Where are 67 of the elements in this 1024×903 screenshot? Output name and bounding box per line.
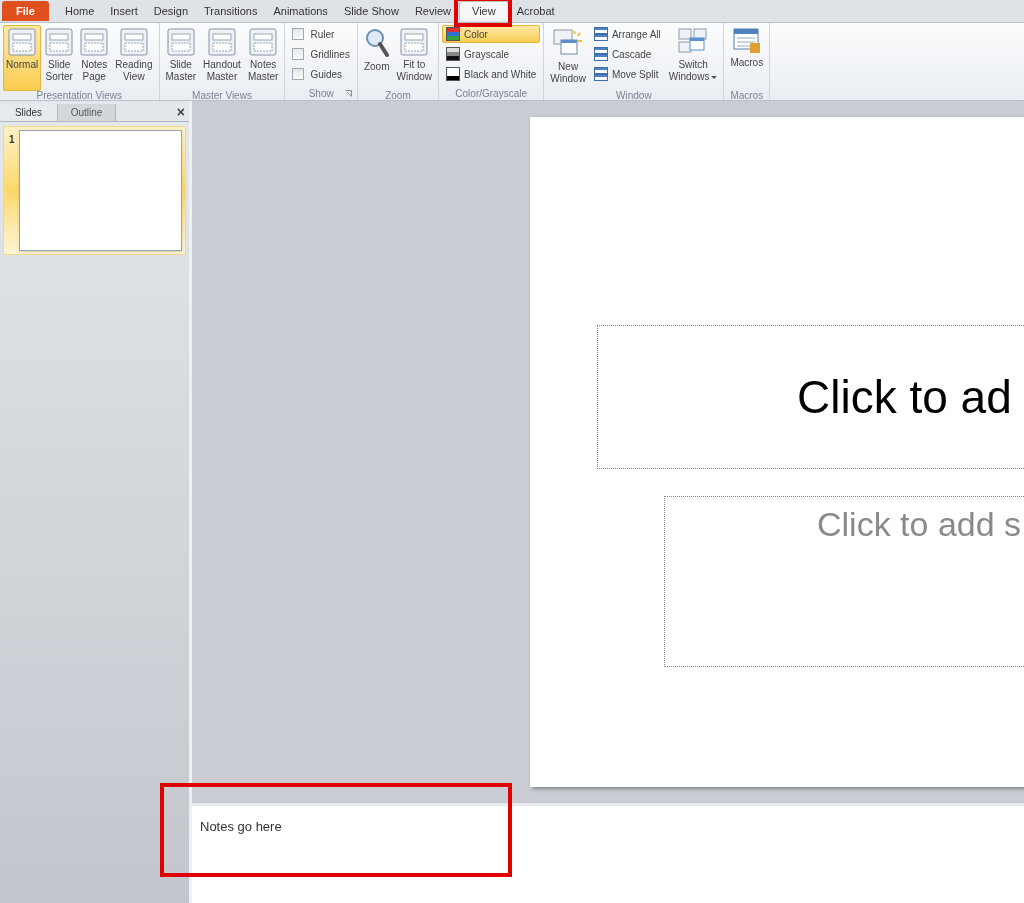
group-label: Macros xyxy=(730,91,764,101)
slide-layout-icon xyxy=(166,28,195,56)
window-arrange-icon xyxy=(593,27,608,41)
checkbox-option[interactable]: Gridlines xyxy=(288,45,354,63)
ribbon-button[interactable]: Fit to Window xyxy=(393,25,436,91)
ribbon-button[interactable]: Macros xyxy=(727,25,767,91)
ribbon-tab[interactable]: Acrobat xyxy=(508,1,563,22)
checkbox[interactable] xyxy=(292,48,305,60)
slide-layout-icon xyxy=(207,28,236,56)
slide-layout-icon xyxy=(119,28,148,56)
checkbox[interactable] xyxy=(292,28,305,40)
group-label: Master Views xyxy=(192,91,252,101)
group-label: Show xyxy=(308,88,334,99)
ribbon-button[interactable]: Slide Sorter xyxy=(42,25,77,91)
group-label: Zoom xyxy=(385,91,411,101)
windows-icon xyxy=(678,28,709,56)
ribbon-button[interactable]: Handout Master xyxy=(200,25,244,91)
file-tab[interactable]: File xyxy=(2,1,49,22)
windows-icon xyxy=(553,28,584,58)
ribbon-button[interactable]: Notes Page xyxy=(77,25,112,91)
title-placeholder[interactable]: Click to ad xyxy=(597,325,1024,469)
pane-tab[interactable]: Slides xyxy=(0,104,58,121)
ribbon-tab[interactable]: Animations xyxy=(265,1,336,22)
color-mode-icon xyxy=(446,47,461,61)
group-label: Window xyxy=(616,91,652,101)
ribbon-button[interactable]: Switch Windows xyxy=(665,25,721,91)
slide-thumbnail-row[interactable]: 1 xyxy=(3,126,186,255)
pane-tab[interactable]: Outline xyxy=(58,104,116,121)
ribbon-tab[interactable]: Transitions xyxy=(196,1,266,22)
window-arrange-icon xyxy=(593,67,608,81)
ribbon-tab[interactable]: Review xyxy=(406,1,459,22)
window-arrange-icon xyxy=(593,47,608,61)
color-mode-icon xyxy=(446,27,461,41)
ribbon-button[interactable]: Zoom xyxy=(360,25,393,91)
ribbon-small-button[interactable]: Black and White xyxy=(442,65,541,83)
color-mode-icon xyxy=(446,67,461,81)
ribbon-button[interactable]: New Window xyxy=(547,25,589,91)
slide-layout-icon xyxy=(400,28,429,56)
checkbox[interactable] xyxy=(292,68,305,80)
ribbon-tab[interactable]: Design xyxy=(145,1,197,22)
group-label: Presentation Views xyxy=(36,91,122,101)
slide-layout-icon xyxy=(45,28,74,56)
ribbon-small-button[interactable]: Cascade xyxy=(589,45,665,63)
notes-field[interactable]: Notes go here xyxy=(192,806,1024,903)
ribbon-small-button[interactable]: Arrange All xyxy=(589,25,665,43)
close-button[interactable]: × xyxy=(176,104,185,120)
slide-number: 1 xyxy=(8,133,15,147)
dialog-launcher-icon[interactable] xyxy=(344,90,352,97)
ribbon-small-button[interactable]: Grayscale xyxy=(442,45,541,63)
ribbon-tab[interactable]: View xyxy=(459,0,509,21)
ribbon-button[interactable]: Normal xyxy=(3,25,42,91)
ribbon-tab[interactable]: Slide Show xyxy=(335,1,407,22)
ribbon-small-button[interactable]: Color xyxy=(442,25,541,43)
table-icon xyxy=(732,28,761,54)
ribbon-tab[interactable]: Insert xyxy=(102,1,146,22)
group-label: Color/Grayscale xyxy=(455,88,528,99)
ribbon-button[interactable]: Reading View xyxy=(112,25,156,91)
checkbox-option[interactable]: Ruler xyxy=(288,25,354,43)
slide-layout-icon xyxy=(249,28,278,56)
ribbon-small-button[interactable]: Move Split xyxy=(589,65,665,83)
checkbox-option[interactable]: Guides xyxy=(288,65,354,83)
slide-layout-icon xyxy=(8,28,37,56)
ribbon-tab[interactable]: Home xyxy=(56,1,103,22)
slide-layout-icon xyxy=(80,28,109,56)
ribbon-button[interactable]: Slide Master xyxy=(162,25,200,91)
magnifier-icon xyxy=(364,28,389,58)
ribbon-button[interactable]: Notes Master xyxy=(244,25,282,91)
